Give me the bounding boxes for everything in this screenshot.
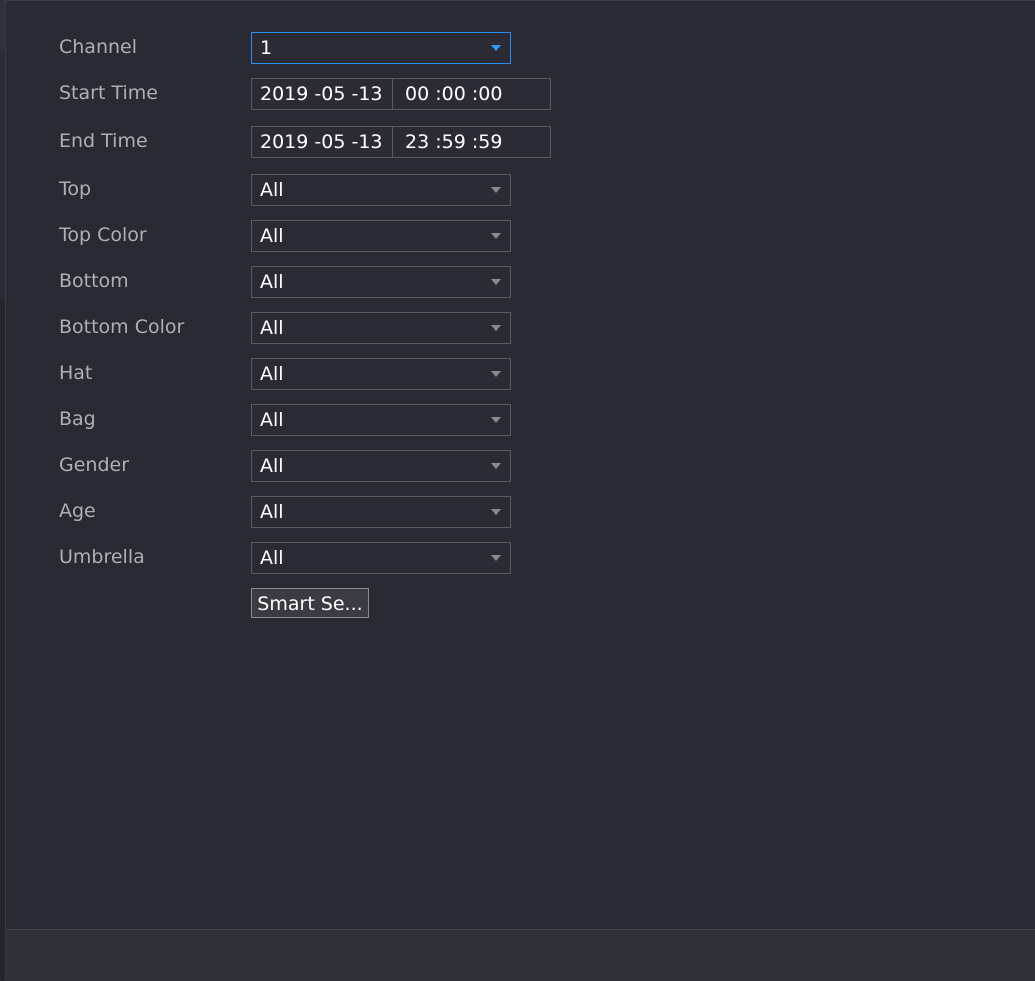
top-color-value: All [260, 225, 284, 247]
bottom-value: All [260, 271, 284, 293]
chevron-down-icon [491, 417, 501, 423]
top-row: Top All [59, 174, 759, 206]
top-value: All [260, 179, 284, 201]
gender-select[interactable]: All [251, 450, 511, 482]
hat-select[interactable]: All [251, 358, 511, 390]
left-edge-segment [0, 0, 5, 50]
end-time-field: 2019 -05 -13 23 :59 :59 [251, 126, 551, 158]
top-label: Top [59, 178, 92, 200]
end-time-input[interactable]: 23 :59 :59 [394, 127, 550, 157]
gender-value: All [260, 455, 284, 477]
start-date-input[interactable]: 2019 -05 -13 [252, 79, 393, 109]
chevron-down-icon [491, 45, 501, 51]
chevron-down-icon [491, 509, 501, 515]
start-time-input[interactable]: 00 :00 :00 [394, 79, 550, 109]
age-label: Age [59, 500, 96, 522]
bottom-color-label: Bottom Color [59, 316, 185, 338]
footer-bar [6, 929, 1035, 981]
top-divider [0, 0, 1035, 1]
chevron-down-icon [491, 371, 501, 377]
chevron-down-icon [491, 279, 501, 285]
chevron-down-icon [491, 233, 501, 239]
age-select[interactable]: All [251, 496, 511, 528]
smart-search-button[interactable]: Smart Se... [251, 588, 369, 618]
top-color-select[interactable]: All [251, 220, 511, 252]
gender-label: Gender [59, 454, 130, 476]
channel-label: Channel [59, 36, 138, 58]
start-time-field: 2019 -05 -13 00 :00 :00 [251, 78, 551, 110]
hat-value: All [260, 363, 284, 385]
bottom-color-value: All [260, 317, 284, 339]
umbrella-label: Umbrella [59, 546, 145, 568]
age-value: All [260, 501, 284, 523]
channel-value: 1 [260, 37, 273, 59]
hat-label: Hat [59, 362, 93, 384]
chevron-down-icon [491, 187, 501, 193]
chevron-down-icon [491, 555, 501, 561]
chevron-down-icon [491, 463, 501, 469]
top-select[interactable]: All [251, 174, 511, 206]
channel-row: Channel 1 [59, 32, 759, 64]
left-sidebar-edge [0, 0, 6, 980]
left-edge-segment [0, 50, 5, 300]
chevron-down-icon [491, 325, 501, 331]
channel-select[interactable]: 1 [251, 32, 511, 64]
umbrella-value: All [260, 547, 284, 569]
bottom-color-row: Bottom Color All [59, 312, 759, 344]
end-time-row: End Time 2019 -05 -13 23 :59 :59 [59, 126, 759, 158]
bottom-label: Bottom [59, 270, 129, 292]
bottom-select[interactable]: All [251, 266, 511, 298]
umbrella-row: Umbrella All [59, 542, 759, 574]
bag-value: All [260, 409, 284, 431]
start-time-row: Start Time 2019 -05 -13 00 :00 :00 [59, 78, 759, 110]
top-color-row: Top Color All [59, 220, 759, 252]
bag-row: Bag All [59, 404, 759, 436]
end-date-input[interactable]: 2019 -05 -13 [252, 127, 393, 157]
bottom-color-select[interactable]: All [251, 312, 511, 344]
bag-label: Bag [59, 408, 96, 430]
gender-row: Gender All [59, 450, 759, 482]
age-row: Age All [59, 496, 759, 528]
umbrella-select[interactable]: All [251, 542, 511, 574]
start-time-label: Start Time [59, 82, 158, 104]
top-color-label: Top Color [59, 224, 147, 246]
end-time-label: End Time [59, 130, 148, 152]
bottom-row: Bottom All [59, 266, 759, 298]
bag-select[interactable]: All [251, 404, 511, 436]
hat-row: Hat All [59, 358, 759, 390]
